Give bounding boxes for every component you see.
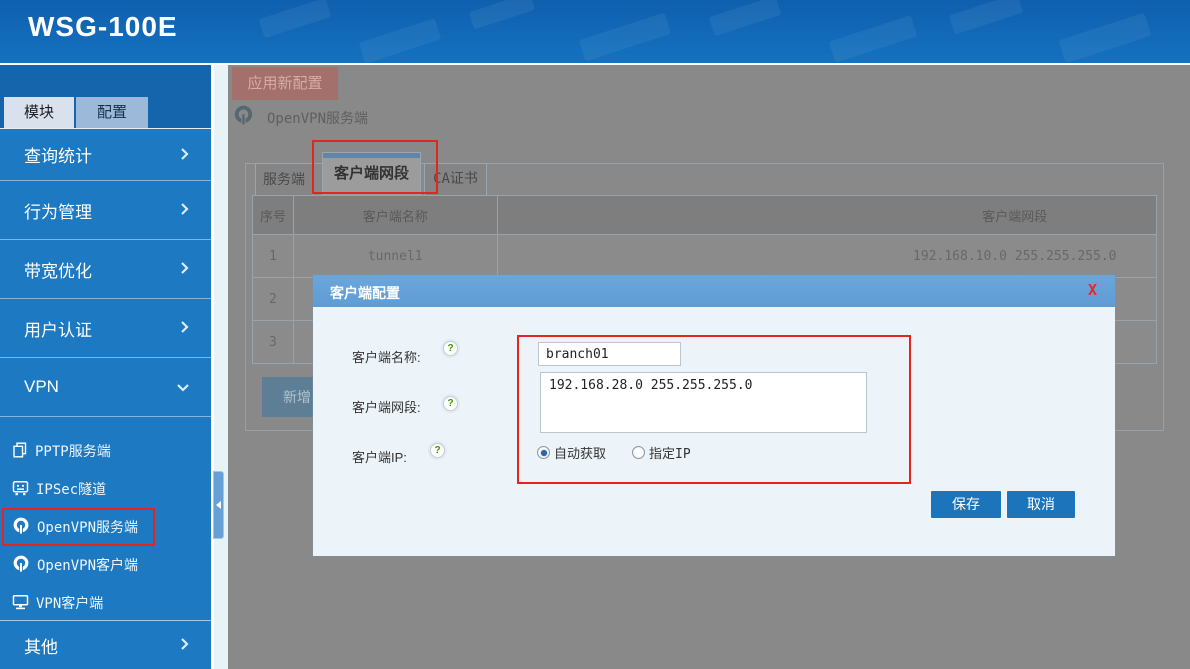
sidebar-item-openvpn-server[interactable]: OpenVPN服务端 <box>0 508 211 546</box>
help-icon[interactable]: ? <box>430 443 445 458</box>
client-name-label: 客户端名称: <box>352 347 421 366</box>
submenu-item-label: IPSec隧道 <box>36 479 106 499</box>
sidebar-item-label: VPN <box>24 377 59 397</box>
column-header-client-name: 客户端名称 <box>294 196 498 235</box>
sidebar-item-behavior-mgmt[interactable]: 行为管理 <box>0 181 211 240</box>
cell-no: 1 <box>253 235 294 278</box>
sidebar-item-label: 带宽优化 <box>24 257 92 282</box>
pages-icon <box>12 442 28 461</box>
keyboard-decoration <box>259 0 332 38</box>
active-tab-bar <box>323 153 420 158</box>
terminal-icon <box>12 480 29 499</box>
openvpn-page-icon <box>233 105 254 131</box>
collapse-arrow-icon <box>215 500 222 510</box>
column-header-no: 序号 <box>253 196 294 235</box>
keyboard-decoration <box>829 15 918 62</box>
client-ip-label: 客户端IP: <box>352 447 407 466</box>
sidebar-menu: 查询统计 行为管理 带宽优化 用户认证 VPN <box>0 129 211 417</box>
client-name-input[interactable] <box>538 342 681 366</box>
monitor-icon <box>12 594 29 613</box>
openvpn-icon <box>12 517 30 538</box>
sidebar-item-openvpn-client[interactable]: OpenVPN客户端 <box>0 546 211 584</box>
sidebar-item-label: 行为管理 <box>24 198 92 223</box>
sidebar-item-query-stats[interactable]: 查询统计 <box>0 129 211 181</box>
sidebar-item-label: 查询统计 <box>24 142 92 167</box>
help-icon[interactable]: ? <box>443 341 458 356</box>
help-icon[interactable]: ? <box>443 396 458 411</box>
sidebar-item-other[interactable]: 其他 <box>0 620 211 669</box>
keyboard-decoration <box>1058 13 1151 63</box>
chevron-right-icon <box>180 200 189 220</box>
sidebar-collapse-handle[interactable] <box>213 471 224 539</box>
radio-specify-ip-label: 指定IP <box>649 443 691 462</box>
sidebar-item-vpn[interactable]: VPN <box>0 358 211 417</box>
chevron-down-icon <box>177 377 189 397</box>
page-title-row: OpenVPN服务端 <box>233 107 368 129</box>
client-subnet-label: 客户端网段: <box>352 397 421 416</box>
cell-no: 2 <box>253 278 294 321</box>
keyboard-decoration <box>359 18 442 63</box>
sidebar-item-bandwidth[interactable]: 带宽优化 <box>0 240 211 299</box>
radio-auto-obtain[interactable] <box>537 446 550 459</box>
radio-specify-ip[interactable] <box>632 446 645 459</box>
table-row[interactable]: 1 tunnel1 192.168.10.0 255.255.255.0 <box>252 235 1157 278</box>
cancel-button[interactable]: 取消 <box>1007 491 1075 518</box>
sidebar-item-pptp-server[interactable]: PPTP服务端 <box>0 432 211 470</box>
cell-client-name: tunnel1 <box>294 235 498 278</box>
close-icon[interactable]: X <box>1088 281 1097 299</box>
tab-client-subnet[interactable]: 客户端网段 <box>322 152 421 196</box>
keyboard-decoration <box>469 0 535 29</box>
sidebar-gutter <box>214 65 228 669</box>
sidebar-vpn-submenu: PPTP服务端 IPSec隧道 OpenVPN服务端 <box>0 417 211 622</box>
chevron-right-icon <box>180 145 189 165</box>
sidebar-item-ipsec-tunnel[interactable]: IPSec隧道 <box>0 470 211 508</box>
sidebar-tab-module[interactable]: 模块 <box>4 97 74 128</box>
chevron-right-icon <box>180 259 189 279</box>
radio-auto-obtain-label: 自动获取 <box>554 443 606 462</box>
page-title: OpenVPN服务端 <box>267 108 368 128</box>
sidebar: 模块 配置 查询统计 行为管理 带宽优化 用户认证 <box>0 65 211 669</box>
sidebar-item-label: 其他 <box>24 633 58 658</box>
submenu-item-label: OpenVPN服务端 <box>37 517 138 537</box>
submenu-item-label: OpenVPN客户端 <box>37 555 138 575</box>
keyboard-decoration <box>579 13 671 62</box>
save-button[interactable]: 保存 <box>931 491 1001 518</box>
apply-config-button[interactable]: 应用新配置 <box>232 67 338 100</box>
sidebar-item-vpn-client[interactable]: VPN客户端 <box>0 584 211 622</box>
cell-no: 3 <box>253 321 294 364</box>
chevron-right-icon <box>180 318 189 338</box>
openvpn-icon <box>12 555 30 576</box>
app-header: WSG-100E <box>0 0 1190 63</box>
modal-title: 客户端配置 <box>330 283 400 303</box>
submenu-item-label: VPN客户端 <box>36 593 103 613</box>
table-header-row: 序号 客户端名称 客户端网段 <box>252 195 1157 235</box>
chevron-right-icon <box>180 635 189 655</box>
client-ip-options: 自动获取 指定IP <box>537 445 717 460</box>
sidebar-item-user-auth[interactable]: 用户认证 <box>0 299 211 358</box>
column-header-client-subnet: 客户端网段 <box>498 196 1157 235</box>
brand-logo: WSG-100E <box>28 11 178 43</box>
tab-label: 客户端网段 <box>334 165 409 182</box>
client-config-modal: 客户端配置 X 客户端名称: ? 客户端网段: ? 192.168.28.0 2… <box>313 275 1115 556</box>
sidebar-item-label: 用户认证 <box>24 316 92 341</box>
keyboard-decoration <box>949 0 1024 35</box>
sidebar-tab-config[interactable]: 配置 <box>76 97 148 128</box>
cell-client-subnet: 192.168.10.0 255.255.255.0 <box>498 235 1157 278</box>
modal-header: 客户端配置 X <box>313 275 1115 307</box>
keyboard-decoration <box>709 0 782 36</box>
tab-server[interactable]: 服务端 <box>255 163 313 196</box>
tab-ca-cert[interactable]: CA证书 <box>424 163 487 196</box>
submenu-item-label: PPTP服务端 <box>35 441 111 461</box>
client-subnet-textarea[interactable]: 192.168.28.0 255.255.255.0 <box>540 372 867 433</box>
